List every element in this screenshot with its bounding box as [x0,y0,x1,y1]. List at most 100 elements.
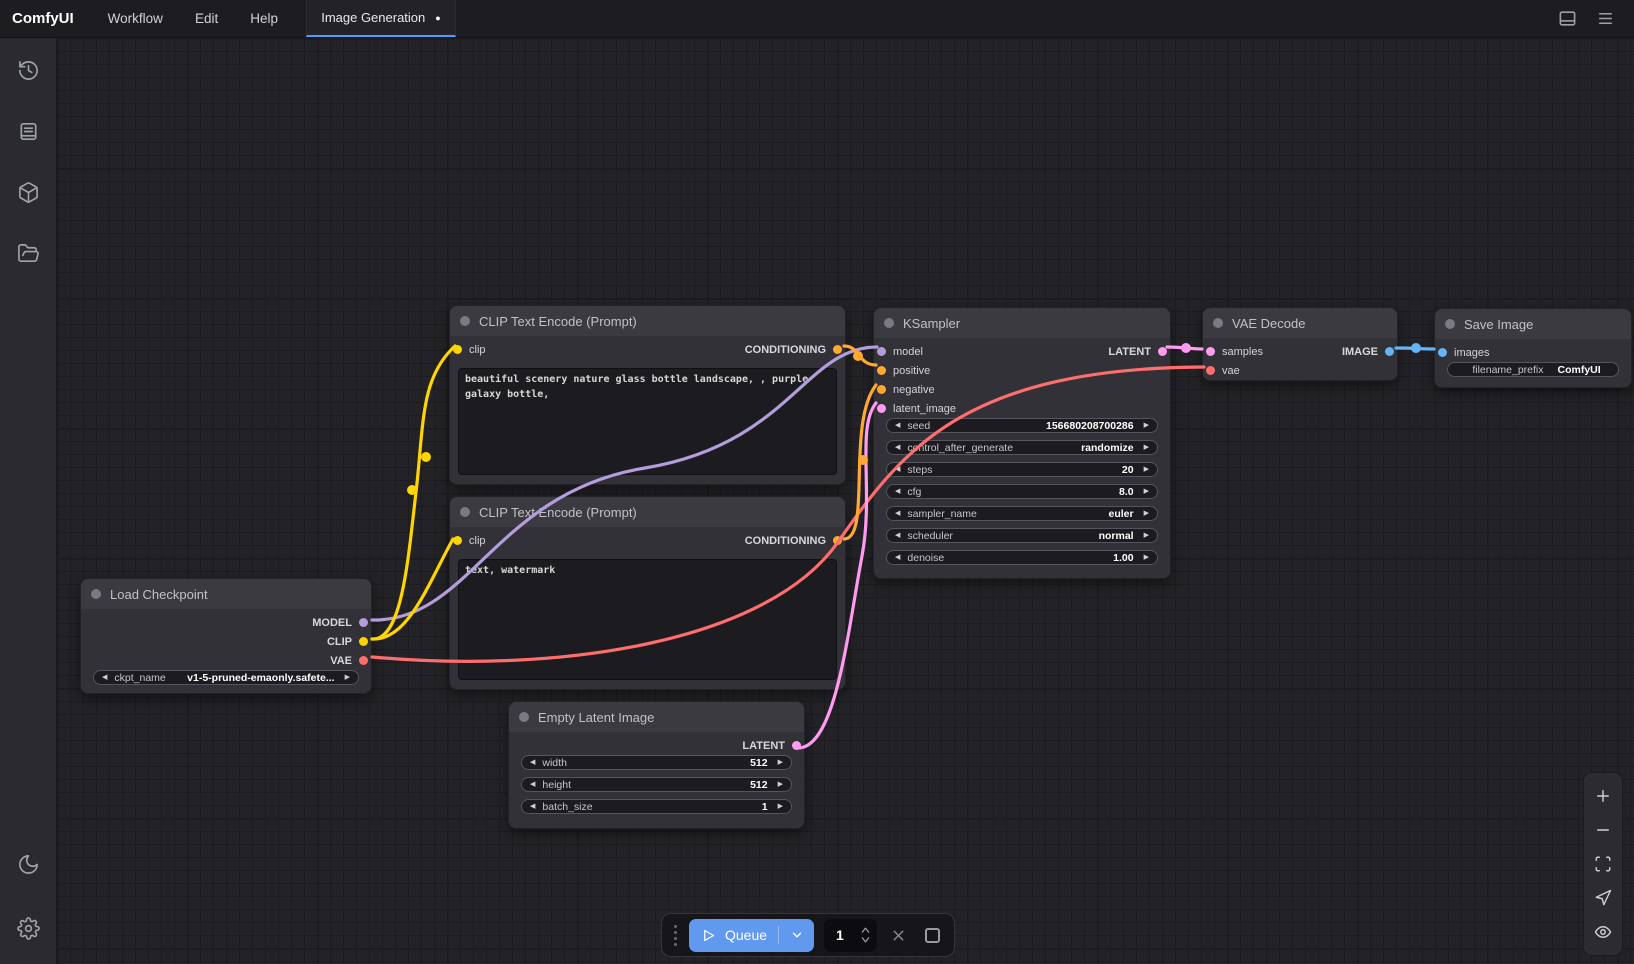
widget-decrement-icon[interactable]: ◀ [895,510,900,517]
widget-increment-icon[interactable]: ▶ [1144,466,1149,473]
widget-decrement-icon[interactable]: ◀ [895,444,900,451]
workflow-tab[interactable]: Image Generation ● [306,0,456,37]
input-slot-latent_image[interactable] [877,404,886,413]
menu-edit[interactable]: Edit [179,0,234,37]
prompt-textarea[interactable]: beautiful scenery nature glass bottle la… [458,368,837,475]
collapse-dot-icon[interactable] [91,589,101,599]
node-header[interactable]: CLIP Text Encode (Prompt) [450,306,845,336]
widget-steps[interactable]: ◀steps20▶ [886,462,1158,477]
collapse-dot-icon[interactable] [460,316,470,326]
widget-decrement-icon[interactable]: ◀ [530,759,535,766]
widget-decrement-icon[interactable]: ◀ [102,674,107,681]
load-checkpoint-node[interactable]: Load CheckpointMODELCLIPVAE◀ckpt_namev1-… [80,578,372,694]
clip-text-encode-positive-node[interactable]: CLIP Text Encode (Prompt)clipCONDITIONIN… [449,305,846,485]
input-slot-model[interactable] [877,347,886,356]
output-slot-CLIP[interactable] [359,637,368,646]
widget-increment-icon[interactable]: ▶ [1144,532,1149,539]
widget-decrement-icon[interactable]: ◀ [895,532,900,539]
widget-increment-icon[interactable]: ▶ [1144,444,1149,451]
output-slot-MODEL[interactable] [359,618,368,627]
input-slot-samples[interactable] [1206,347,1215,356]
widget-label: cfg [907,486,921,498]
zoom-out-icon[interactable] [1586,813,1620,847]
widget-increment-icon[interactable]: ▶ [778,781,783,788]
widget-sampler_name[interactable]: ◀sampler_nameeuler▶ [886,506,1158,521]
clip-text-encode-negative-node[interactable]: CLIP Text Encode (Prompt)clipCONDITIONIN… [449,496,846,690]
widget-batch_size[interactable]: ◀batch_size1▶ [521,799,792,814]
widget-decrement-icon[interactable]: ◀ [895,422,900,429]
widget-increment-icon[interactable]: ▶ [1144,554,1149,561]
widget-height[interactable]: ◀height512▶ [521,777,792,792]
node-library-icon[interactable] [8,172,48,212]
select-mode-arrow-icon[interactable] [1586,881,1620,915]
widget-cfg[interactable]: ◀cfg8.0▶ [886,484,1158,499]
stop-icon[interactable] [920,922,944,948]
batch-decrement-icon[interactable] [860,936,871,944]
output-slot-LATENT[interactable] [792,741,801,750]
vae-decode-node[interactable]: VAE DecodesamplesIMAGEvae [1202,307,1398,381]
workflows-folder-icon[interactable] [8,233,48,273]
input-slot-negative[interactable] [877,385,886,394]
collapse-dot-icon[interactable] [1213,318,1223,328]
widget-control_after_generate[interactable]: ◀control_after_generaterandomize▶ [886,440,1158,455]
collapse-dot-icon[interactable] [884,318,894,328]
input-slot-images[interactable] [1438,348,1447,357]
collapse-dot-icon[interactable] [460,507,470,517]
menu-help[interactable]: Help [234,0,294,37]
hamburger-menu-icon[interactable] [1590,5,1620,33]
queue-options-chevron-icon [790,928,804,942]
widget-decrement-icon[interactable]: ◀ [895,488,900,495]
output-slot-VAE[interactable] [359,656,368,665]
ksampler-node[interactable]: KSamplermodelLATENTpositivenegativelaten… [873,307,1171,579]
output-slot-LATENT[interactable] [1158,347,1167,356]
history-icon[interactable] [8,50,48,90]
output-slot-CONDITIONING[interactable] [833,536,842,545]
empty-latent-image-node[interactable]: Empty Latent ImageLATENT◀width512▶◀heigh… [508,701,805,829]
input-slot-clip[interactable] [453,345,462,354]
widget-scheduler[interactable]: ◀schedulernormal▶ [886,528,1158,543]
node-header[interactable]: Save Image [1435,309,1631,339]
node-header[interactable]: KSampler [874,308,1170,338]
input-slot-positive[interactable] [877,366,886,375]
queue-button[interactable]: Queue [689,919,814,952]
fit-view-icon[interactable] [1586,847,1620,881]
theme-moon-icon[interactable] [8,844,48,884]
widget-denoise[interactable]: ◀denoise1.00▶ [886,550,1158,565]
widget-increment-icon[interactable]: ▶ [345,674,350,681]
batch-count-input[interactable]: 1 [824,919,877,952]
input-slot-clip[interactable] [453,536,462,545]
settings-gear-icon[interactable] [8,908,48,948]
drag-handle[interactable] [672,925,679,946]
input-slot-vae[interactable] [1206,366,1215,375]
widget-decrement-icon[interactable]: ◀ [895,466,900,473]
queue-log-icon[interactable] [8,111,48,151]
widget-increment-icon[interactable]: ▶ [1144,510,1149,517]
widget-increment-icon[interactable]: ▶ [778,759,783,766]
widget-increment-icon[interactable]: ▶ [1144,422,1149,429]
widget-decrement-icon[interactable]: ◀ [530,803,535,810]
output-slot-CONDITIONING[interactable] [833,345,842,354]
node-header[interactable]: VAE Decode [1203,308,1397,338]
collapse-dot-icon[interactable] [519,712,529,722]
output-slot-IMAGE[interactable] [1385,347,1394,356]
node-header[interactable]: CLIP Text Encode (Prompt) [450,497,845,527]
collapse-dot-icon[interactable] [1445,319,1455,329]
widget-decrement-icon[interactable]: ◀ [895,554,900,561]
widget-decrement-icon[interactable]: ◀ [530,781,535,788]
toggle-link-visibility-eye-icon[interactable] [1586,915,1620,949]
node-header[interactable]: Load Checkpoint [81,579,371,609]
batch-increment-icon[interactable] [860,926,871,934]
clear-queue-icon[interactable] [887,922,911,948]
menu-workflow[interactable]: Workflow [92,0,179,37]
widget-width[interactable]: ◀width512▶ [521,755,792,770]
widget-increment-icon[interactable]: ▶ [778,803,783,810]
zoom-in-icon[interactable] [1586,779,1620,813]
widget-ckpt_name[interactable]: ◀ckpt_namev1-5-pruned-emaonly.safete...▶ [93,670,359,685]
save-image-node[interactable]: Save Imageimagesfilename_prefixComfyUI [1434,308,1632,388]
prompt-textarea[interactable]: text, watermark [458,559,837,680]
toggle-bottom-panel-icon[interactable] [1552,5,1582,33]
widget-filename_prefix[interactable]: filename_prefixComfyUI [1447,362,1619,377]
node-header[interactable]: Empty Latent Image [509,702,804,732]
widget-seed[interactable]: ◀seed156680208700286▶ [886,418,1158,433]
widget-increment-icon[interactable]: ▶ [1144,488,1149,495]
